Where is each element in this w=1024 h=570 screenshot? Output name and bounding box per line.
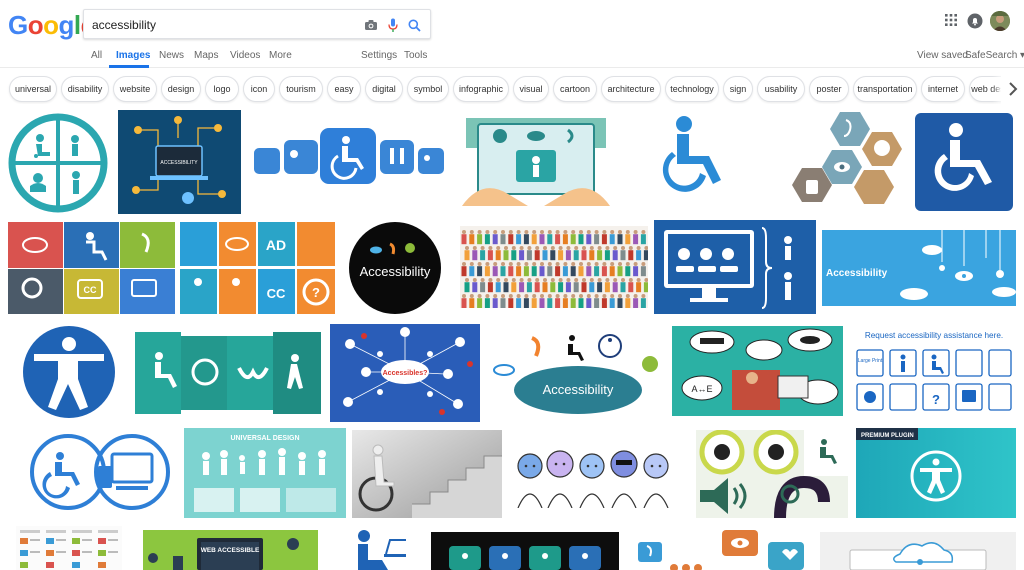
result-image-30[interactable]: [636, 528, 808, 570]
result-image-2[interactable]: ACCESSIBILITY: [118, 110, 241, 214]
chip-usability[interactable]: usability: [757, 76, 805, 102]
logo-letter: G: [8, 10, 28, 40]
apps-grid-icon[interactable]: [943, 12, 959, 28]
chip-technology[interactable]: technology: [665, 76, 719, 102]
image-results: ACCESSIBILITY CC AD CC? Accessibility Acc…: [0, 108, 1024, 570]
chip-sign[interactable]: sign: [723, 76, 753, 102]
avatar[interactable]: [990, 11, 1010, 31]
tab-images[interactable]: Images: [116, 50, 150, 61]
result-image-4[interactable]: [460, 114, 612, 206]
oval-caption: Accessibility: [543, 382, 614, 397]
plugin-caption: PREMIUM PLUGIN: [861, 433, 914, 439]
circle-caption: Accessibility: [360, 264, 431, 279]
chip-logo[interactable]: logo: [205, 76, 239, 102]
logo-letter: l: [73, 10, 81, 40]
chip-digital[interactable]: digital: [365, 76, 403, 102]
svg-text:A↔E: A↔E: [691, 384, 712, 394]
result-image-3[interactable]: [250, 122, 448, 202]
chip-icon[interactable]: icon: [243, 76, 275, 102]
result-image-11[interactable]: [460, 226, 648, 308]
result-image-29[interactable]: [431, 532, 619, 570]
chip-infographic[interactable]: infographic: [453, 76, 509, 102]
result-image-28[interactable]: [334, 528, 408, 570]
laptop-caption: ACCESSIBILITY: [160, 160, 198, 166]
result-image-23[interactable]: [510, 442, 690, 508]
web-accessible-caption: WEB ACCESSIBLE: [201, 547, 260, 554]
result-image-1[interactable]: [8, 112, 108, 214]
view-saved-link[interactable]: View saved: [917, 50, 968, 61]
result-image-20[interactable]: [8, 428, 178, 516]
chip-universal[interactable]: universal: [9, 76, 57, 102]
tab-maps[interactable]: Maps: [194, 50, 218, 61]
chip-transportation[interactable]: transportation: [853, 76, 917, 102]
search-box: [83, 9, 431, 39]
result-image-8[interactable]: CC: [8, 222, 175, 314]
logo-letter: g: [58, 10, 75, 40]
search-tabs: All Images News Maps Videos More Setting…: [0, 46, 1024, 68]
google-logo[interactable]: Google: [8, 10, 95, 41]
tab-more[interactable]: More: [269, 50, 292, 61]
result-image-13[interactable]: Accessibility: [822, 230, 1016, 306]
result-image-31[interactable]: [820, 532, 1016, 570]
result-image-18[interactable]: A↔E: [672, 326, 843, 416]
logo-letter: o: [27, 10, 44, 40]
active-tab-indicator: [109, 65, 149, 68]
settings-link[interactable]: Settings: [361, 50, 397, 61]
chip-cartoon[interactable]: cartoon: [553, 76, 597, 102]
chip-disability[interactable]: disability: [61, 76, 109, 102]
request-caption: Request accessibility assistance here.: [865, 331, 1003, 340]
result-image-16[interactable]: Accessibles?: [330, 324, 480, 422]
notifications-icon[interactable]: [966, 12, 984, 30]
logo-letter: o: [43, 10, 59, 40]
related-searches-bar: universal disability website design logo…: [0, 74, 1024, 104]
chip-visual[interactable]: visual: [513, 76, 549, 102]
svg-text:AD: AD: [266, 237, 286, 253]
result-image-10[interactable]: Accessibility: [344, 220, 446, 316]
universal-caption: UNIVERSAL DESIGN: [230, 435, 299, 442]
tools-link[interactable]: Tools: [404, 50, 427, 61]
result-image-14[interactable]: [20, 324, 118, 420]
chip-symbol[interactable]: symbol: [407, 76, 449, 102]
svg-text:CC: CC: [267, 286, 286, 301]
large-print-caption: Large Print: [858, 358, 883, 364]
result-image-9[interactable]: AD CC?: [180, 222, 335, 314]
result-image-25[interactable]: PREMIUM PLUGIN: [856, 428, 1016, 518]
chip-architecture[interactable]: architecture: [601, 76, 661, 102]
result-image-27[interactable]: WEB ACCESSIBLE: [143, 530, 318, 570]
banner-caption: Accessibility: [826, 268, 888, 279]
result-image-21[interactable]: UNIVERSAL DESIGN: [184, 428, 346, 518]
svg-text:?: ?: [932, 392, 940, 407]
result-image-26[interactable]: [16, 526, 122, 570]
result-image-22[interactable]: [352, 430, 502, 518]
result-image-17[interactable]: Accessibility: [488, 328, 666, 418]
tab-videos[interactable]: Videos: [230, 50, 260, 61]
microphone-icon[interactable]: [383, 15, 403, 35]
result-image-19[interactable]: Request accessibility assistance here. La…: [852, 328, 1016, 418]
search-input[interactable]: [92, 16, 352, 34]
result-image-15[interactable]: [135, 330, 321, 416]
search-icon[interactable]: [404, 15, 424, 35]
chip-tourism[interactable]: tourism: [279, 76, 323, 102]
chip-website[interactable]: website: [113, 76, 157, 102]
svg-text:CC: CC: [84, 285, 97, 295]
svg-text:?: ?: [312, 285, 320, 300]
header: Google: [0, 0, 1024, 46]
tab-news[interactable]: News: [159, 50, 184, 61]
tab-all[interactable]: All: [91, 50, 102, 61]
cloud-caption: Accessibles?: [383, 370, 428, 377]
result-image-7[interactable]: [912, 110, 1016, 214]
chip-easy[interactable]: easy: [327, 76, 361, 102]
safesearch-menu[interactable]: SafeSearch ▾: [965, 50, 1024, 61]
chip-poster[interactable]: poster: [809, 76, 849, 102]
result-image-12[interactable]: [654, 220, 816, 314]
chip-internet[interactable]: internet: [921, 76, 965, 102]
chevron-right-icon[interactable]: [1001, 74, 1024, 104]
result-image-24[interactable]: [696, 430, 848, 518]
result-image-5[interactable]: [654, 114, 736, 202]
chip-design[interactable]: design: [161, 76, 201, 102]
camera-icon[interactable]: [361, 15, 381, 35]
result-image-6[interactable]: [780, 110, 906, 214]
